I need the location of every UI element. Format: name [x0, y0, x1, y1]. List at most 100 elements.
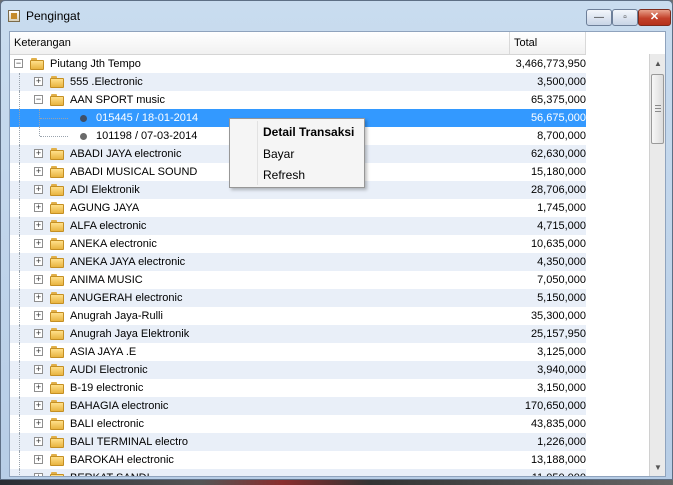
expand-icon[interactable]: +	[34, 149, 43, 158]
row-total: 56,675,000	[530, 112, 586, 124]
expand-icon[interactable]: +	[34, 365, 43, 374]
tree-folder-row[interactable]: + BERKAT SANDI ... 11,050,000	[10, 469, 586, 476]
expand-icon[interactable]: +	[34, 347, 43, 356]
tree-folder-row[interactable]: − Piutang Jth Tempo 3,466,773,950	[10, 55, 586, 73]
tree-folder-row[interactable]: + BALI electronic 43,835,000	[10, 415, 586, 433]
expand-icon[interactable]: +	[34, 77, 43, 86]
expand-icon[interactable]: +	[34, 185, 43, 194]
column-header-total[interactable]: Total	[510, 32, 586, 54]
minimize-button[interactable]: —	[586, 9, 612, 26]
tree-folder-row[interactable]: +555 .Electronic 3,500,000	[10, 73, 586, 91]
folder-icon	[50, 147, 64, 161]
expand-icon[interactable]: +	[34, 311, 43, 320]
expand-icon[interactable]: +	[34, 203, 43, 212]
tree-folder-row[interactable]: + AUDI Electronic 3,940,000	[10, 361, 586, 379]
row-total: 3,466,773,950	[515, 58, 586, 70]
tree-folder-row[interactable]: + BALI TERMINAL electro 1,226,000	[10, 433, 586, 451]
tree-folder-row[interactable]: + Anugrah Jaya-Rulli 35,300,000	[10, 307, 586, 325]
expand-icon[interactable]: +	[34, 293, 43, 302]
folder-icon	[50, 417, 64, 431]
row-label: 555 .Electronic	[70, 76, 143, 88]
row-total: 3,500,000	[537, 76, 586, 88]
tree-folder-row[interactable]: + ASIA JAYA .E 3,125,000	[10, 343, 586, 361]
tree-folder-row[interactable]: + ANEKA JAYA electronic 4,350,000	[10, 253, 586, 271]
row-label: BAHAGIA electronic	[70, 400, 169, 412]
close-button[interactable]: ✕	[638, 9, 671, 26]
tree-folder-row[interactable]: + AGUNG JAYA 1,745,000	[10, 199, 586, 217]
tree-folder-row[interactable]: + ANUGERAH electronic 5,150,000	[10, 289, 586, 307]
app-icon	[8, 10, 20, 22]
row-total: 13,188,000	[530, 454, 586, 466]
row-total: 1,226,000	[537, 436, 586, 448]
taskbar-strip	[0, 480, 673, 485]
row-label: ANEKA JAYA electronic	[70, 256, 186, 268]
tree-folder-row[interactable]: + Anugrah Jaya Elektronik 25,157,950	[10, 325, 586, 343]
title-bar[interactable]: Pengingat — ▫ ✕	[1, 1, 672, 31]
row-total: 3,150,000	[537, 382, 586, 394]
expand-icon[interactable]: +	[34, 329, 43, 338]
folder-icon	[50, 453, 64, 467]
expand-icon[interactable]: +	[34, 437, 43, 446]
expand-icon[interactable]: +	[34, 401, 43, 410]
vertical-scrollbar[interactable]: ▲ ▼	[649, 54, 665, 476]
folder-icon	[50, 255, 64, 269]
expand-icon[interactable]: +	[34, 275, 43, 284]
row-label: ADI Elektronik	[70, 184, 140, 196]
maximize-button[interactable]: ▫	[612, 9, 638, 26]
expand-icon[interactable]: +	[34, 419, 43, 428]
tree-folder-row[interactable]: + B-19 electronic 3,150,000	[10, 379, 586, 397]
tree-folder-row[interactable]: + BAROKAH electronic 13,188,000	[10, 451, 586, 469]
tree-folder-row[interactable]: + ANIMA MUSIC 7,050,000	[10, 271, 586, 289]
scroll-up-arrow-icon[interactable]: ▲	[651, 56, 665, 72]
tree-connector	[19, 127, 20, 145]
tree-folder-row[interactable]: + ANEKA electronic 10,635,000	[10, 235, 586, 253]
expand-icon[interactable]: +	[34, 239, 43, 248]
tree-folder-row[interactable]: + BAHAGIA electronic 170,650,000	[10, 397, 586, 415]
menu-item-refresh[interactable]: Refresh	[231, 165, 363, 186]
row-total: 11,050,000	[496, 469, 586, 476]
collapse-icon[interactable]: −	[14, 59, 23, 68]
row-label: ANIMA MUSIC	[70, 274, 143, 286]
row-label: AAN SPORT music	[70, 94, 165, 106]
tree-folder-row[interactable]: + ALFA electronic 4,715,000	[10, 217, 586, 235]
scroll-thumb[interactable]	[651, 74, 664, 144]
collapse-icon[interactable]: −	[34, 95, 43, 104]
expand-icon[interactable]: +	[34, 455, 43, 464]
tree-connector	[19, 199, 20, 217]
tree-connector	[19, 253, 20, 271]
row-total: 3,940,000	[537, 364, 586, 376]
folder-icon	[30, 57, 44, 71]
tree-connector	[19, 451, 20, 469]
row-label: 015445 / 18-01-2014	[96, 112, 199, 124]
expand-icon[interactable]: +	[34, 167, 43, 176]
expand-icon[interactable]: +	[34, 383, 43, 392]
tree-connector	[19, 361, 20, 379]
row-total: 62,630,000	[530, 148, 586, 160]
menu-item-bayar[interactable]: Bayar	[231, 144, 363, 165]
row-label: Piutang Jth Tempo	[50, 58, 141, 70]
folder-icon	[50, 75, 64, 89]
tree-connector	[19, 163, 20, 181]
row-label: Anugrah Jaya Elektronik	[70, 328, 190, 340]
column-header-keterangan[interactable]: Keterangan	[10, 32, 510, 54]
context-menu: Detail Transaksi Bayar Refresh	[229, 118, 365, 188]
tree-table: Keterangan Total − Piutang Jth Tempo 3,466…	[9, 31, 666, 477]
folder-icon	[50, 219, 64, 233]
folder-icon	[50, 381, 64, 395]
row-label: 101198 / 07-03-2014	[96, 130, 198, 142]
row-total: 4,715,000	[537, 220, 586, 232]
tree-connector	[40, 136, 68, 137]
row-total: 15,180,000	[530, 166, 586, 178]
tree-folder-row[interactable]: − AAN SPORT music 65,375,000	[10, 91, 586, 109]
menu-item-detail-transaksi[interactable]: Detail Transaksi	[231, 122, 363, 143]
expand-icon[interactable]: +	[34, 473, 43, 476]
tree-connector	[19, 289, 20, 307]
expand-icon[interactable]: +	[34, 257, 43, 266]
scroll-down-arrow-icon[interactable]: ▼	[651, 460, 665, 476]
row-label: ABADI JAYA electronic	[70, 148, 182, 160]
pengingat-window: Pengingat — ▫ ✕ Keterangan Total − Piutan…	[0, 0, 673, 480]
folder-icon	[50, 237, 64, 251]
row-total: 43,835,000	[530, 418, 586, 430]
expand-icon[interactable]: +	[34, 221, 43, 230]
tree-connector	[19, 397, 20, 415]
